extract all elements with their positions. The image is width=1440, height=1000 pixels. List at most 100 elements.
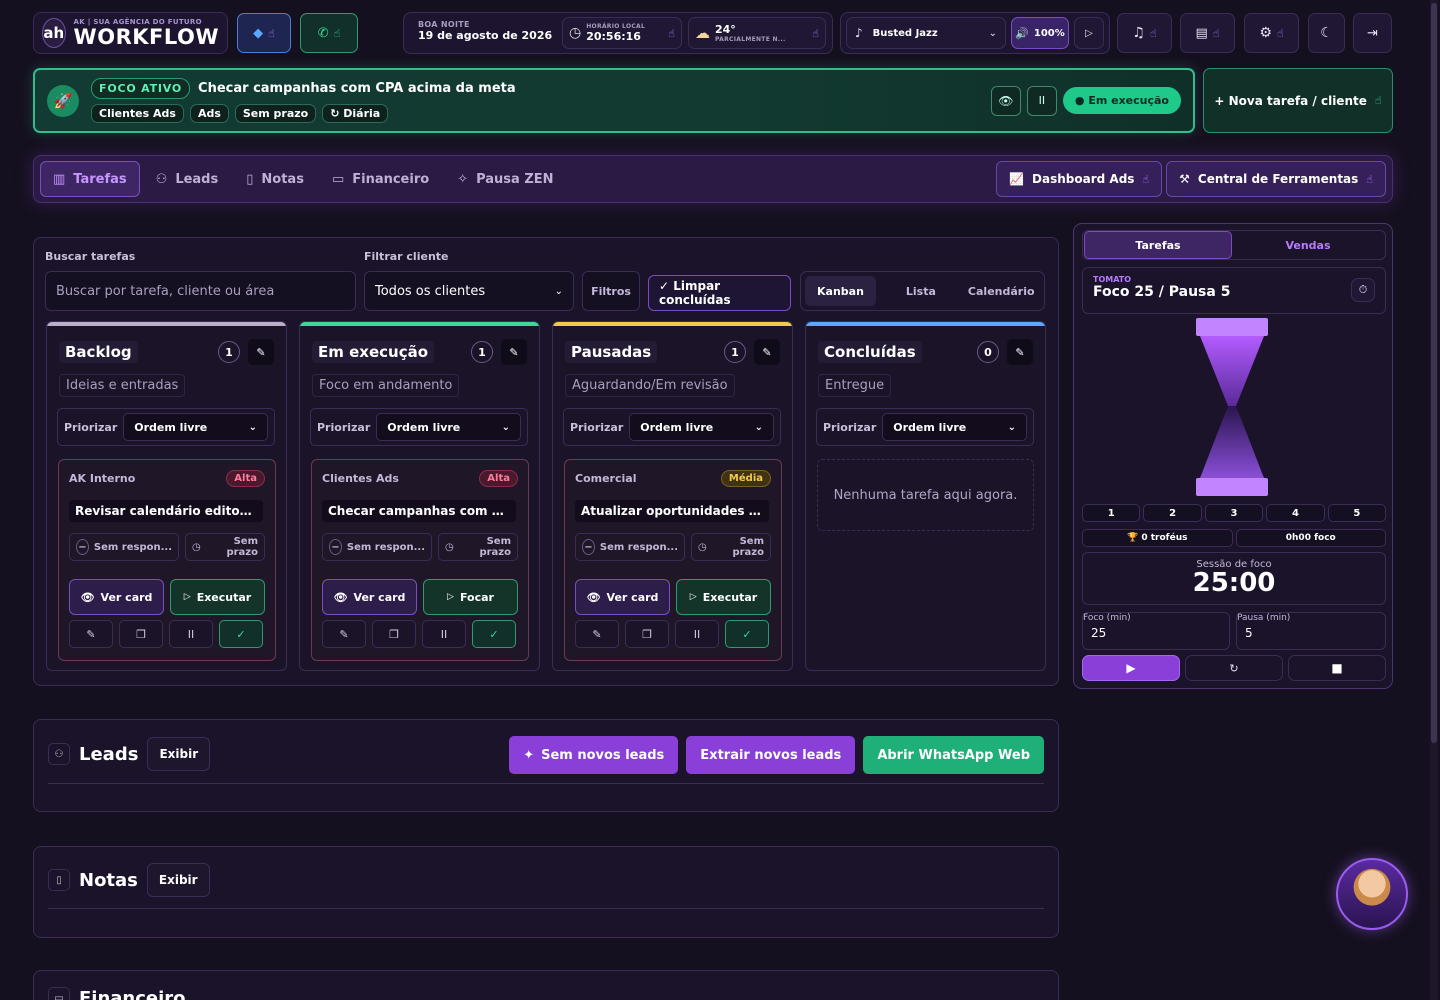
whatsapp-button[interactable]: ✆ ☝ [300, 13, 358, 53]
cycle-4[interactable]: 4 [1266, 504, 1325, 522]
pause-card-button[interactable]: II [422, 620, 466, 648]
task-card[interactable]: Clientes Ads Alta Checar campanhas com C… [311, 459, 529, 661]
no-new-leads-button[interactable]: ✦ Sem novos leads [509, 736, 679, 774]
prioritize-select[interactable]: Ordem livre ⌄ [123, 413, 268, 441]
view-card-button[interactable]: 👁 Ver card [322, 579, 417, 615]
gem-button[interactable]: ◆ ☝ [237, 13, 291, 53]
status-badge[interactable]: ● Em execução [1062, 87, 1181, 114]
complete-card-button[interactable]: ✓ [725, 620, 769, 648]
clock-button[interactable]: ◷ HORÁRIO LOCAL 20:56:16 ☝ [562, 17, 682, 49]
view-card-button[interactable]: 👁 Ver card [69, 579, 164, 615]
prioritize-select[interactable]: Ordem livre ⌄ [882, 413, 1027, 441]
execute-button[interactable]: ▷ Executar [676, 579, 771, 615]
complete-card-button[interactable]: ✓ [219, 620, 263, 648]
settings-button[interactable]: ⚙ ☝ [1244, 13, 1299, 53]
reset-timer-button[interactable]: ↻ [1185, 655, 1283, 681]
check-icon: ✓ [236, 627, 246, 641]
view-lista[interactable]: Lista [894, 276, 948, 306]
view-focus-button[interactable]: 👁 [990, 85, 1021, 116]
music-button[interactable]: ♫ ☝ [1117, 13, 1172, 53]
responsible-field[interactable]: − Sem respon... [69, 533, 179, 561]
task-card[interactable]: Comercial Média Atualizar oportunidades … [564, 459, 782, 661]
edit-column-button[interactable]: ✎ [1007, 339, 1033, 365]
open-whatsapp-button[interactable]: Abrir WhatsApp Web [863, 736, 1044, 774]
duplicate-card-button[interactable]: ❐ [625, 620, 669, 648]
clear-completed-button[interactable]: ✓ Limpar concluídas [648, 275, 791, 311]
notes-title: Notas [79, 869, 138, 891]
cycle-2[interactable]: 2 [1143, 504, 1202, 522]
complete-card-button[interactable]: ✓ [472, 620, 516, 648]
tab-notas[interactable]: ▯ Notas [234, 161, 316, 197]
duplicate-card-button[interactable]: ❐ [119, 620, 163, 648]
tab-financeiro[interactable]: ▭ Financeiro [320, 161, 441, 197]
timer-settings-button[interactable]: ⏱ [1351, 278, 1375, 302]
edit-column-button[interactable]: ✎ [754, 339, 780, 365]
cycle-5[interactable]: 5 [1327, 504, 1387, 522]
stop-timer-button[interactable]: ■ [1288, 655, 1386, 681]
scrollbar-thumb[interactable] [1431, 3, 1437, 743]
focus-min-field[interactable]: Foco (min) 25 [1082, 612, 1230, 650]
column-color-bar [553, 322, 792, 326]
responsible-field[interactable]: − Sem respon... [322, 533, 432, 561]
user-icon: − [582, 539, 595, 555]
responsible-field[interactable]: − Sem respon... [575, 533, 685, 561]
column-count: 0 [977, 341, 999, 363]
tab-tarefas[interactable]: ▥ Tarefas [40, 161, 140, 197]
filters-button[interactable]: Filtros [582, 271, 640, 311]
search-input[interactable]: Buscar por tarefa, cliente ou área [45, 271, 356, 311]
start-timer-button[interactable]: ▶ [1082, 655, 1180, 681]
pause-card-button[interactable]: II [675, 620, 719, 648]
pause-card-button[interactable]: II [169, 620, 213, 648]
priority-badge: Alta [226, 470, 265, 487]
gem-icon: ◆ [253, 25, 264, 41]
volume-button[interactable]: 🔊 100% [1011, 17, 1069, 49]
execute-button[interactable]: ▷ Focar [423, 579, 518, 615]
new-task-button[interactable]: + Nova tarefa / cliente ☝ [1203, 68, 1393, 133]
task-card[interactable]: AK Interno Alta Revisar calendário edito… [58, 459, 276, 661]
cycle-1[interactable]: 1 [1082, 504, 1141, 522]
dashboard-ads-button[interactable]: 📈 Dashboard Ads ☝ [996, 161, 1163, 197]
notes-toggle-button[interactable]: Exibir [146, 863, 210, 897]
hand-icon: ☝ [812, 26, 819, 40]
pause-focus-button[interactable]: II [1026, 85, 1057, 116]
column-title: Backlog [59, 341, 138, 363]
logout-button[interactable]: ⇥ [1353, 13, 1392, 53]
tools-icon: ⚒ [1179, 172, 1190, 186]
music-select[interactable]: ♪ Busted Jazz ⌄ [846, 17, 1006, 49]
news-button[interactable]: ▤ ☝ [1180, 13, 1235, 53]
view-calendario[interactable]: Calendário [956, 276, 1047, 306]
edit-column-button[interactable]: ✎ [248, 339, 274, 365]
leads-toggle-button[interactable]: Exibir [147, 737, 211, 771]
duplicate-card-button[interactable]: ❐ [372, 620, 416, 648]
view-card-button[interactable]: 👁 Ver card [575, 579, 670, 615]
chart-icon: 📈 [1009, 172, 1025, 186]
edit-column-button[interactable]: ✎ [501, 339, 527, 365]
edit-card-button[interactable]: ✎ [69, 620, 113, 648]
tab-pausa-zen[interactable]: ✧ Pausa ZEN [445, 161, 565, 197]
cycle-3[interactable]: 3 [1204, 504, 1264, 522]
pencil-icon: ✎ [86, 627, 96, 641]
client-filter-select[interactable]: Todos os clientes ⌄ [364, 271, 574, 311]
tab-vendas[interactable]: Vendas [1232, 231, 1384, 259]
prioritize-select[interactable]: Ordem livre ⌄ [376, 413, 521, 441]
pause-min-field[interactable]: Pausa (min) 5 [1236, 612, 1386, 650]
weather-button[interactable]: ☁ 24° PARCIALMENTE N... ☝ [688, 17, 826, 49]
execute-button[interactable]: ▷ Executar [170, 579, 265, 615]
wallet-icon: ▭ [331, 171, 345, 187]
hand-icon: ☝ [668, 26, 675, 40]
scrollbar[interactable] [1430, 0, 1438, 1000]
tools-button[interactable]: ⚒ Central de Ferramentas ☝ [1166, 161, 1386, 197]
edit-card-button[interactable]: ✎ [575, 620, 619, 648]
due-field[interactable]: ◷ Sem prazo [691, 533, 771, 561]
extract-leads-button[interactable]: Extrair novos leads [686, 736, 856, 774]
prioritize-select[interactable]: Ordem livre ⌄ [629, 413, 774, 441]
tab-tarefas-pomo[interactable]: Tarefas [1084, 231, 1232, 259]
due-field[interactable]: ◷ Sem prazo [185, 533, 265, 561]
play-button[interactable]: ▷ [1074, 17, 1104, 49]
assistant-avatar[interactable] [1336, 858, 1408, 930]
edit-card-button[interactable]: ✎ [322, 620, 366, 648]
view-kanban[interactable]: Kanban [805, 276, 876, 306]
due-field[interactable]: ◷ Sem prazo [438, 533, 518, 561]
theme-button[interactable]: ☾ [1308, 13, 1345, 53]
tab-leads[interactable]: ⚇ Leads [144, 161, 231, 197]
